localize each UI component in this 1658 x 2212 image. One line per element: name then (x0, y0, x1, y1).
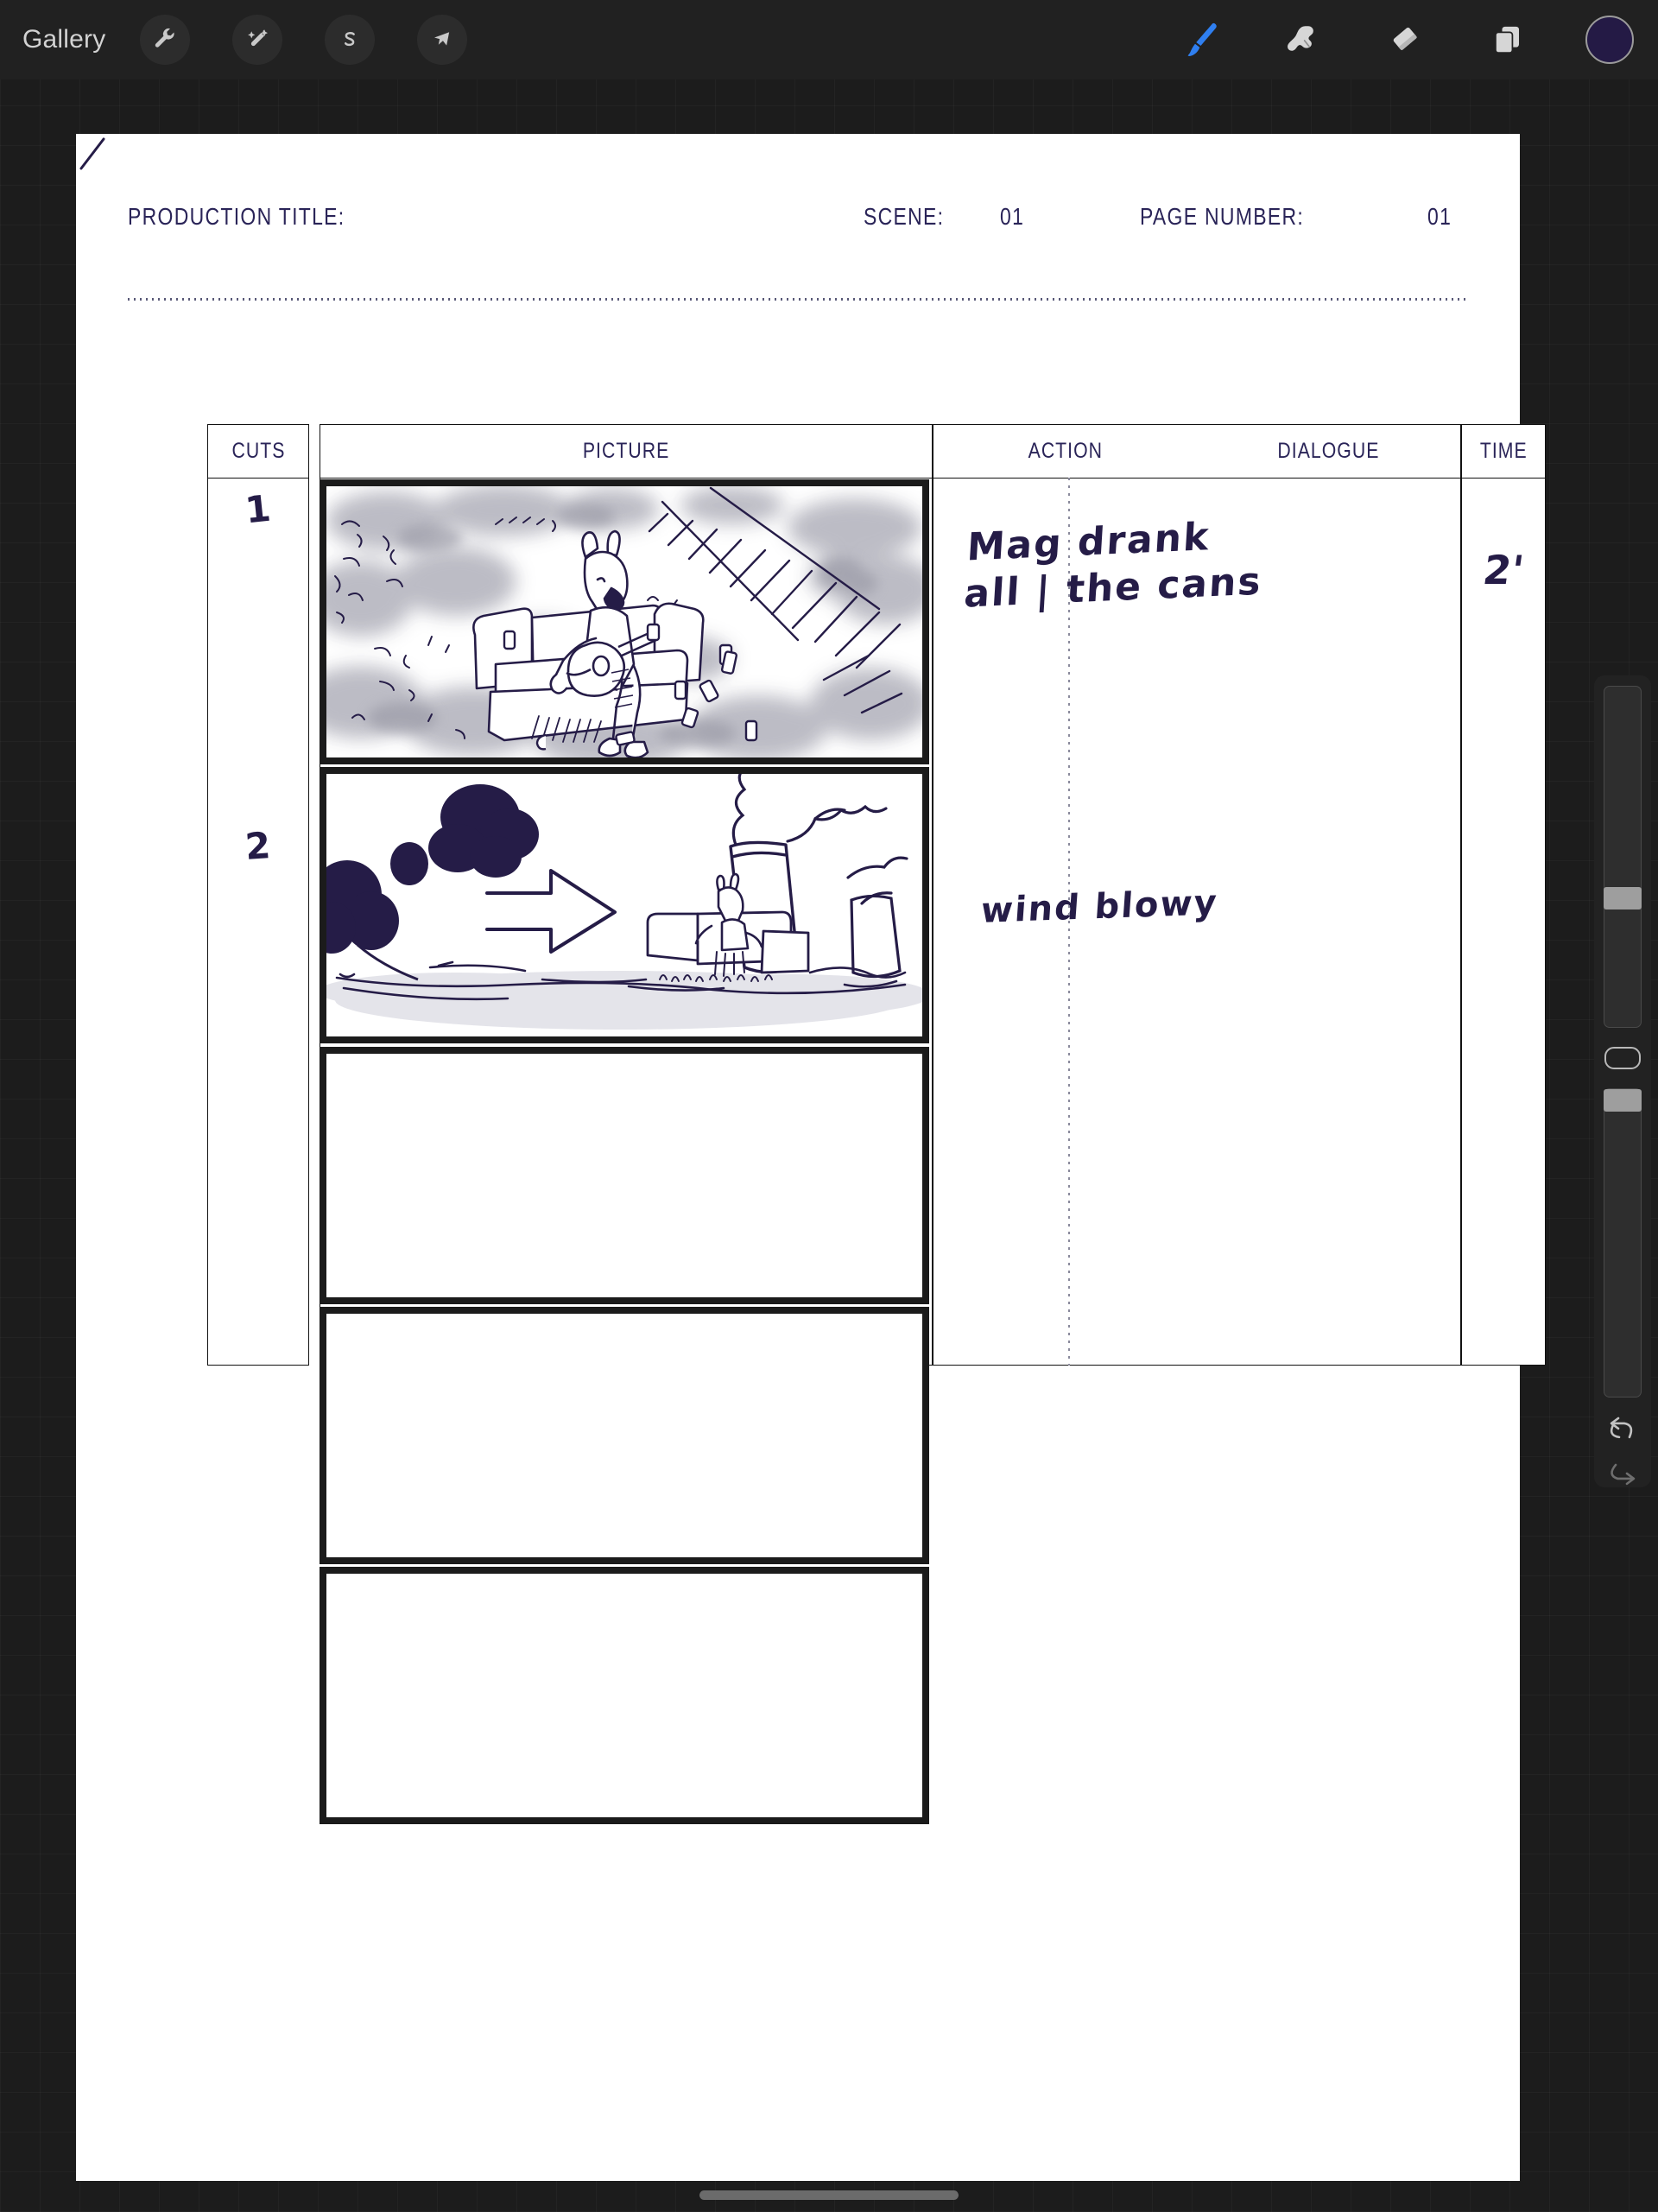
home-indicator (699, 2190, 959, 2200)
scene-label: SCENE: (864, 203, 945, 230)
layers-button[interactable] (1484, 16, 1532, 64)
page-number-value: 01 (1427, 203, 1452, 230)
column-label-cuts: CUTS (231, 439, 285, 463)
erase-button[interactable] (1382, 16, 1430, 64)
cut-number-2: 2 (244, 824, 272, 868)
dialogue-note-1 (79, 137, 105, 170)
paint-button[interactable] (1178, 16, 1226, 64)
procreate-canvas-screen: Gallery PRODUCTION TITLE: SCENE: 01 PAGE… (0, 0, 1658, 2212)
smudge-button[interactable] (1280, 16, 1328, 64)
brush-opacity-slider[interactable] (1604, 1088, 1642, 1398)
column-label-action: ACTION (1028, 439, 1103, 463)
brush-size-slider[interactable] (1604, 686, 1642, 1029)
right-tool-group (1178, 0, 1634, 79)
column-header-action-dialogue: ACTION DIALOGUE (933, 425, 1460, 479)
panel-2-artwork (326, 774, 922, 1036)
redo-button[interactable] (1605, 1461, 1640, 1487)
undo-button[interactable] (1605, 1415, 1640, 1444)
action-note-1: Mag drank all | the cans (962, 515, 1264, 617)
selection-s-icon (345, 32, 356, 47)
column-label-dialogue: DIALOGUE (1277, 439, 1380, 463)
brush-sidebar (1594, 675, 1651, 1487)
column-header-cuts: CUTS (208, 425, 308, 479)
action-note-2: wind blowy (979, 883, 1220, 931)
column-header-action: ACTION (933, 425, 1197, 478)
storyboard-paper[interactable]: PRODUCTION TITLE: SCENE: 01 PAGE NUMBER:… (76, 134, 1546, 2181)
header-dotted-divider (128, 298, 1468, 301)
picture-panel-3[interactable] (320, 1047, 929, 1304)
transform-arrow-icon (434, 32, 450, 46)
production-title-label: PRODUCTION TITLE: (128, 203, 345, 230)
adjustments-button[interactable] (232, 15, 283, 65)
layers-icon (1495, 26, 1519, 54)
color-swatch (1585, 16, 1634, 64)
column-label-time: TIME (1479, 439, 1528, 463)
adjustments-wand-icon (248, 29, 269, 47)
smudge-icon (1288, 26, 1313, 51)
cut-number-1: 1 (243, 486, 273, 532)
scene-value: 01 (1000, 203, 1025, 230)
brush-opacity-thumb[interactable] (1604, 1089, 1642, 1112)
actions-button[interactable] (140, 15, 191, 65)
column-cuts: CUTS (207, 424, 309, 1366)
time-note-1: 2' (1480, 547, 1527, 593)
column-header-picture: PICTURE (320, 425, 932, 479)
modify-button[interactable] (1604, 1047, 1641, 1069)
color-button[interactable] (1585, 16, 1634, 64)
paint-brush-icon (1187, 22, 1217, 56)
picture-panel-5[interactable] (320, 1567, 929, 1824)
column-label-picture: PICTURE (582, 439, 670, 463)
column-header-time: TIME (1462, 425, 1545, 479)
storyboard-form-header: PRODUCTION TITLE: SCENE: 01 PAGE NUMBER:… (128, 203, 1468, 263)
top-toolbar: Gallery (0, 0, 1658, 79)
picture-panel-stack (320, 479, 929, 1824)
selection-button[interactable] (325, 15, 376, 65)
action-dialogue-divider (1068, 478, 1070, 1366)
picture-panel-2[interactable] (320, 767, 929, 1043)
picture-panel-4[interactable] (320, 1307, 929, 1564)
eraser-icon (1393, 27, 1417, 50)
transform-button[interactable] (417, 15, 468, 65)
page-number-label: PAGE NUMBER: (1140, 203, 1305, 230)
left-tool-group (140, 15, 468, 65)
brush-size-thumb[interactable] (1604, 887, 1642, 910)
column-header-dialogue: DIALOGUE (1197, 425, 1460, 478)
picture-panel-1[interactable] (320, 479, 929, 764)
actions-wrench-icon (155, 28, 175, 48)
gallery-button[interactable]: Gallery (22, 25, 105, 54)
panel-1-artwork (326, 486, 922, 757)
